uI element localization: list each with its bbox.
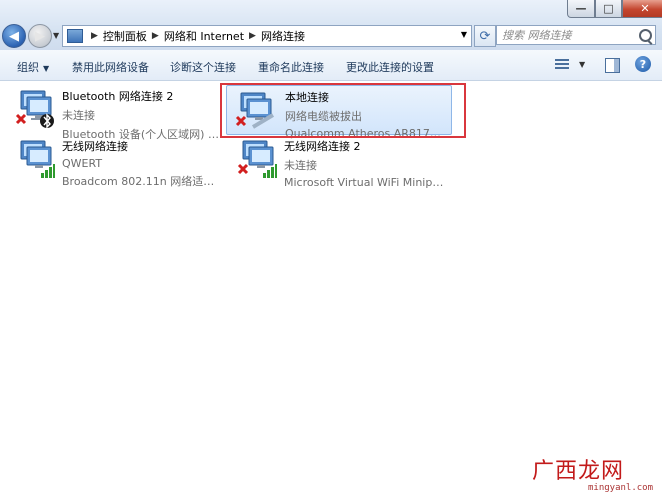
view-dropdown[interactable]: ▼: [579, 60, 585, 69]
chevron-down-icon: ▼: [43, 64, 50, 73]
address-bar: ◀ ▶ ▼ ▶ 控制面板 ▶ 网络和 Internet ▶ 网络连接 ▼ ⟳ 搜…: [0, 0, 662, 50]
control-panel-icon: [67, 29, 83, 43]
connection-device: Microsoft Virtual WiFi Minipor...: [284, 176, 446, 189]
breadcrumb-control-panel[interactable]: 控制面板: [103, 28, 147, 44]
breadcrumb[interactable]: ▶ 控制面板 ▶ 网络和 Internet ▶ 网络连接 ▼: [62, 25, 472, 47]
wireless-adapter-icon: [20, 140, 55, 178]
command-bar: 组织 ▼ 禁用此网络设备 诊断这个连接 重命名此连接 更改此连接的设置 ▼ ?: [0, 50, 662, 81]
arrow-right-icon: ▶: [35, 28, 45, 44]
chevron-right-icon[interactable]: ▶: [249, 31, 256, 41]
disable-device-button[interactable]: 禁用此网络设备: [72, 59, 149, 75]
bluetooth-adapter-icon: [15, 90, 54, 129]
chevron-right-icon[interactable]: ▶: [91, 31, 98, 41]
address-dropdown[interactable]: ▼: [461, 30, 467, 39]
connection-name: Bluetooth 网络连接 2: [62, 90, 174, 103]
recent-pages-dropdown[interactable]: ▼: [53, 31, 59, 40]
connection-status: 未连接: [284, 159, 317, 172]
change-settings-button[interactable]: 更改此连接的设置: [346, 59, 434, 75]
view-options-icon[interactable]: [555, 59, 569, 70]
connection-status: QWERT: [62, 157, 103, 170]
chevron-right-icon[interactable]: ▶: [152, 31, 159, 41]
breadcrumb-network-internet[interactable]: 网络和 Internet: [164, 28, 244, 44]
arrow-left-icon: ◀: [9, 28, 19, 44]
connection-name: 无线网络连接: [62, 140, 128, 153]
organize-label: 组织: [17, 61, 39, 74]
breadcrumb-network-connections[interactable]: 网络连接: [261, 28, 305, 44]
window-controls: — □ ✕: [567, 0, 662, 18]
maximize-button[interactable]: □: [595, 0, 622, 18]
watermark-text: 广西龙网: [532, 459, 625, 484]
back-button[interactable]: ◀: [2, 24, 26, 48]
refresh-button[interactable]: ⟳: [474, 25, 496, 47]
minimize-button[interactable]: —: [567, 0, 595, 18]
search-placeholder: 搜索 网络连接: [502, 29, 572, 42]
close-button[interactable]: ✕: [622, 0, 662, 18]
wireless-adapter-icon: [237, 140, 277, 178]
help-icon[interactable]: ?: [635, 56, 651, 72]
rename-button[interactable]: 重命名此连接: [258, 59, 324, 75]
connection-status: 未连接: [62, 109, 95, 122]
organize-menu[interactable]: 组织 ▼: [17, 59, 49, 75]
connection-bluetooth[interactable]: Bluetooth 网络连接 2 未连接 Bluetooth 设备(个人区域网)…: [0, 84, 224, 141]
connection-device: Broadcom 802.11n 网络适配器: [62, 175, 224, 188]
search-input[interactable]: 搜索 网络连接: [496, 25, 656, 45]
connection-wireless[interactable]: 无线网络连接 QWERT Broadcom 802.11n 网络适配器: [0, 134, 224, 188]
search-icon[interactable]: [639, 29, 652, 42]
watermark-url: mingyanl.com: [588, 483, 654, 493]
connection-name: 无线网络连接 2: [284, 140, 361, 153]
connection-details: 无线网络连接 QWERT Broadcom 802.11n 网络适配器: [62, 138, 224, 189]
connection-details: 无线网络连接 2 未连接 Microsoft Virtual WiFi Mini…: [284, 138, 446, 189]
forward-button[interactable]: ▶: [28, 24, 52, 48]
connections-list: Bluetooth 网络连接 2 未连接 Bluetooth 设备(个人区域网)…: [0, 81, 662, 497]
connection-wireless-2[interactable]: 无线网络连接 2 未连接 Microsoft Virtual WiFi Mini…: [222, 134, 446, 189]
highlight-annotation: [220, 83, 466, 138]
diagnose-button[interactable]: 诊断这个连接: [170, 59, 236, 75]
preview-pane-icon[interactable]: [605, 58, 620, 73]
refresh-icon: ⟳: [479, 28, 491, 44]
